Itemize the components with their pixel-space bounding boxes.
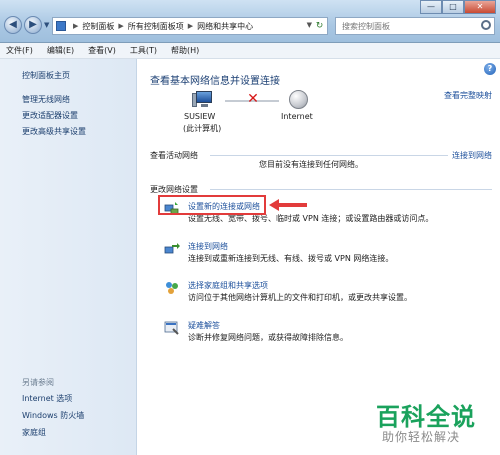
search-icon[interactable] <box>481 20 491 30</box>
task-title[interactable]: 选择家庭组和共享选项 <box>188 280 268 291</box>
breadcrumb-separator-icon[interactable]: ▶ <box>118 22 123 30</box>
menu-help[interactable]: 帮助(H) <box>171 45 199 56</box>
main-content: ? 查看基本网络信息并设置连接 查看完整映射 ✕ SUSIEW (此计算机) I… <box>138 59 500 455</box>
no-connection-message: 您目前没有连接到任何网络。 <box>259 160 363 169</box>
task-description: 诊断并修复网络问题，或获得故障排除信息。 <box>188 333 348 342</box>
task-title[interactable]: 疑难解答 <box>188 320 220 331</box>
advanced-sharing-link[interactable]: 更改高级共享设置 <box>22 126 86 137</box>
troubleshoot-icon <box>164 321 179 335</box>
left-navigation-pane: 控制面板主页 管理无线网络 更改适配器设置 更改高级共享设置 另请参阅 Inte… <box>0 59 137 455</box>
task-description: 连接到或重新连接到无线、有线、拨号或 VPN 网络连接。 <box>188 254 394 263</box>
search-box[interactable] <box>335 17 495 35</box>
breadcrumb-separator-icon[interactable]: ▶ <box>188 22 193 30</box>
address-dropdown-icon[interactable]: ▼ <box>307 21 312 29</box>
forward-button[interactable]: ▶ <box>24 16 42 34</box>
homegroup-link[interactable]: 家庭组 <box>22 427 46 438</box>
active-networks-heading: 查看活动网络 <box>150 151 198 160</box>
maximize-button[interactable]: □ <box>442 0 464 14</box>
highlight-box <box>158 195 266 215</box>
computer-name: SUSIEW <box>184 112 216 121</box>
watermark-logo: 百科全说 <box>376 403 476 431</box>
change-settings-heading: 更改网络设置 <box>150 185 198 194</box>
internet-options-link[interactable]: Internet 选项 <box>22 393 72 404</box>
breadcrumb-separator-icon[interactable]: ▶ <box>73 22 78 30</box>
windows-firewall-link[interactable]: Windows 防火墙 <box>22 410 84 421</box>
divider <box>210 189 492 190</box>
internet-label: Internet <box>281 112 313 121</box>
connect-to-network-link[interactable]: 连接到网络 <box>452 150 492 161</box>
divider <box>210 155 448 156</box>
task-title[interactable]: 连接到网络 <box>188 241 228 252</box>
menu-edit[interactable]: 编辑(E) <box>47 45 74 56</box>
breadcrumb-control-panel[interactable]: 控制面板 <box>82 21 114 32</box>
breadcrumb-network-center[interactable]: 网络和共享中心 <box>197 21 253 32</box>
red-arrow-icon <box>269 199 307 211</box>
watermark-subtitle: 助你轻松解决 <box>382 430 461 444</box>
manage-wireless-link[interactable]: 管理无线网络 <box>22 94 70 105</box>
see-also-heading: 另请参阅 <box>22 378 54 387</box>
menu-bar: 文件(F) 编辑(E) 查看(V) 工具(T) 帮助(H) <box>0 43 500 59</box>
adapter-settings-link[interactable]: 更改适配器设置 <box>22 110 78 121</box>
computer-subtitle: (此计算机) <box>183 124 222 133</box>
recent-pages-dropdown-icon[interactable]: ▼ <box>44 21 49 29</box>
view-full-map-link[interactable]: 查看完整映射 <box>444 90 492 101</box>
address-bar[interactable]: ▶ 控制面板 ▶ 所有控制面板项 ▶ 网络和共享中心 ▼ ↻ <box>52 17 328 35</box>
disconnected-x-icon[interactable]: ✕ <box>246 92 260 106</box>
page-title: 查看基本网络信息并设置连接 <box>150 76 280 87</box>
title-bar: — □ ✕ ◀ ▶ ▼ ▶ 控制面板 ▶ 所有控制面板项 ▶ 网络和共享中心 ▼… <box>0 0 500 43</box>
connect-network-icon <box>164 243 180 254</box>
control-panel-icon <box>56 21 66 31</box>
refresh-icon[interactable]: ↻ <box>313 19 326 33</box>
menu-tools[interactable]: 工具(T) <box>130 45 157 56</box>
search-input[interactable] <box>336 18 474 34</box>
computer-icon[interactable] <box>192 91 214 109</box>
menu-view[interactable]: 查看(V) <box>88 45 116 56</box>
back-button[interactable]: ◀ <box>4 16 22 34</box>
window-controls: — □ ✕ <box>420 0 496 14</box>
close-button[interactable]: ✕ <box>464 0 496 14</box>
breadcrumb-all-items[interactable]: 所有控制面板项 <box>128 21 184 32</box>
homegroup-icon <box>166 282 178 294</box>
control-panel-home-link[interactable]: 控制面板主页 <box>22 70 70 81</box>
menu-file[interactable]: 文件(F) <box>6 45 33 56</box>
help-icon[interactable]: ? <box>484 63 496 75</box>
minimize-button[interactable]: — <box>420 0 442 14</box>
internet-globe-icon[interactable] <box>289 90 308 109</box>
task-description: 访问位于其他网络计算机上的文件和打印机，或更改共享设置。 <box>188 293 412 302</box>
